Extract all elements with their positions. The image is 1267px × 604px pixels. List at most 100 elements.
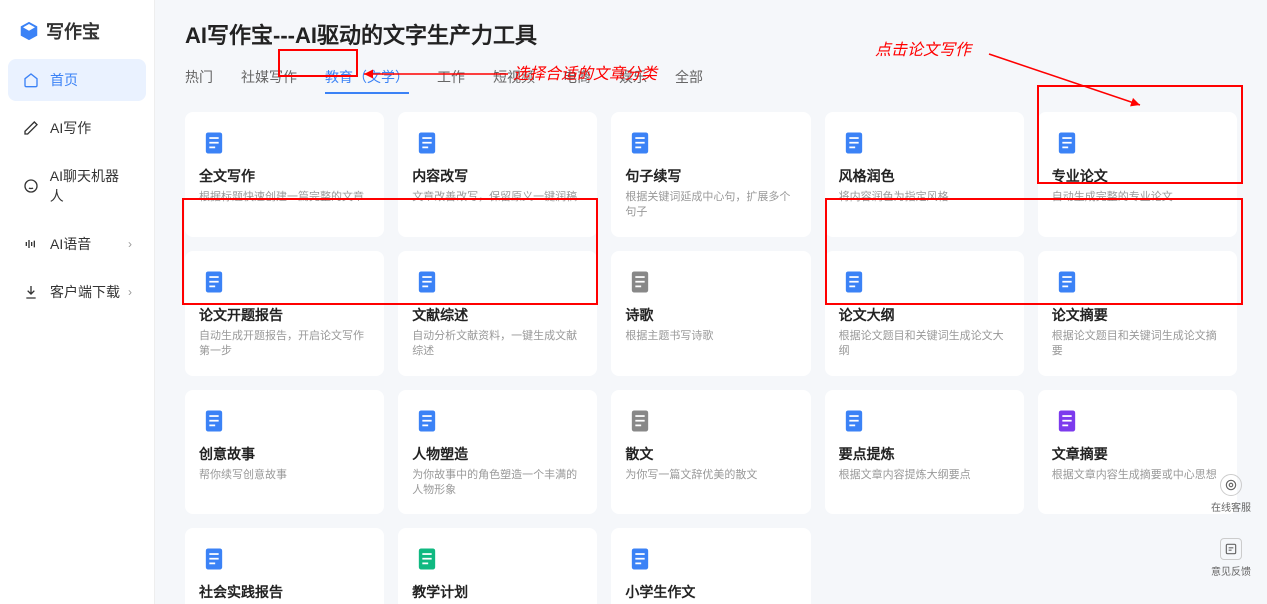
document-icon	[199, 128, 229, 158]
card-title: 论文摘要	[1052, 305, 1223, 325]
card-desc: 根据主题书写诗歌	[625, 329, 796, 344]
page-title: AI写作宝---AI驱动的文字生产力工具	[185, 18, 1237, 50]
card-title: 诗歌	[625, 305, 796, 325]
card-desc: 根据论文题目和关键词生成论文摘要	[1052, 329, 1223, 360]
card-desc: 将内容润色为指定风格	[839, 190, 1010, 205]
document-icon	[199, 544, 229, 574]
tool-card[interactable]: 教学计划根据课程内容快速生成千字教案	[398, 528, 597, 604]
document-icon	[199, 406, 229, 436]
customer-service-button[interactable]: 在线客服	[1211, 468, 1251, 520]
card-desc: 根据论文题目和关键词生成论文大纲	[839, 329, 1010, 360]
sidebar-item-label: AI语音	[50, 234, 91, 254]
card-title: 小学生作文	[625, 582, 796, 602]
tab-ecommerce[interactable]: 电商	[563, 62, 591, 94]
tool-card[interactable]: 要点提炼根据文章内容提炼大纲要点	[825, 390, 1024, 515]
tab-hot[interactable]: 热门	[185, 62, 213, 94]
card-desc: 文章改善改写，保留原义一键润稿	[412, 190, 583, 205]
tab-education[interactable]: 教育（文学）	[325, 62, 409, 94]
document-icon	[1052, 406, 1082, 436]
card-desc: 自动生成开题报告，开启论文写作第一步	[199, 329, 370, 360]
sidebar-item-ai-writing[interactable]: AI写作	[8, 107, 146, 149]
tool-card[interactable]: 内容改写文章改善改写，保留原义一键润稿	[398, 112, 597, 237]
sidebar-item-ai-voice[interactable]: AI语音 ›	[8, 223, 146, 265]
document-icon	[1052, 128, 1082, 158]
tool-card[interactable]: 人物塑造为你故事中的角色塑造一个丰满的人物形象	[398, 390, 597, 515]
float-btn-label: 意见反馈	[1211, 563, 1251, 578]
tab-shortvideo[interactable]: 短视频	[493, 62, 535, 94]
card-title: 散文	[625, 444, 796, 464]
chat-icon	[22, 177, 40, 195]
document-icon	[199, 267, 229, 297]
tool-card[interactable]: 全文写作根据标题快速创建一篇完整的文章	[185, 112, 384, 237]
sidebar-item-label: AI写作	[50, 118, 91, 138]
card-title: 文献综述	[412, 305, 583, 325]
tool-card[interactable]: 诗歌根据主题书写诗歌	[611, 251, 810, 376]
card-title: 全文写作	[199, 166, 370, 186]
card-title: 风格润色	[839, 166, 1010, 186]
tool-card[interactable]: 散文为你写一篇文辞优美的散文	[611, 390, 810, 515]
card-title: 创意故事	[199, 444, 370, 464]
document-icon	[625, 128, 655, 158]
logo: 写作宝	[8, 10, 146, 59]
tool-card[interactable]: 小学生作文为中小学生作文题目提供优秀范文	[611, 528, 810, 604]
document-icon	[412, 267, 442, 297]
card-title: 论文开题报告	[199, 305, 370, 325]
tool-card[interactable]: 专业论文自动生成完整的专业论文	[1038, 112, 1237, 237]
card-desc: 根据文章内容生成摘要或中心思想	[1052, 468, 1223, 483]
tool-card[interactable]: 论文大纲根据论文题目和关键词生成论文大纲	[825, 251, 1024, 376]
card-title: 要点提炼	[839, 444, 1010, 464]
tool-grid: 全文写作根据标题快速创建一篇完整的文章内容改写文章改善改写，保留原义一键润稿句子…	[185, 112, 1237, 604]
sidebar-item-home[interactable]: 首页	[8, 59, 146, 101]
document-icon	[839, 406, 869, 436]
tool-card[interactable]: 社会实践报告根据实践内容生成一篇实践报告	[185, 528, 384, 604]
card-desc: 自动生成完整的专业论文	[1052, 190, 1223, 205]
tool-card[interactable]: 论文摘要根据论文题目和关键词生成论文摘要	[1038, 251, 1237, 376]
chevron-right-icon: ›	[128, 285, 132, 299]
document-icon	[625, 406, 655, 436]
pen-icon	[22, 119, 40, 137]
sidebar-item-label: 首页	[50, 70, 78, 90]
document-icon	[1052, 267, 1082, 297]
card-desc: 为你故事中的角色塑造一个丰满的人物形象	[412, 468, 583, 499]
document-icon	[625, 544, 655, 574]
card-title: 人物塑造	[412, 444, 583, 464]
document-icon	[412, 406, 442, 436]
document-icon	[839, 128, 869, 158]
card-desc: 帮你续写创意故事	[199, 468, 370, 483]
tool-card[interactable]: 句子续写根据关键词延成中心句，扩展多个句子	[611, 112, 810, 237]
audio-icon	[22, 235, 40, 253]
tool-card[interactable]: 论文开题报告自动生成开题报告，开启论文写作第一步	[185, 251, 384, 376]
tab-social[interactable]: 社媒写作	[241, 62, 297, 94]
tab-entertainment[interactable]: 娱乐	[619, 62, 647, 94]
card-desc: 为你写一篇文辞优美的散文	[625, 468, 796, 483]
tab-all[interactable]: 全部	[675, 62, 703, 94]
sidebar-item-download[interactable]: 客户端下载 ›	[8, 271, 146, 313]
card-title: 专业论文	[1052, 166, 1223, 186]
tool-card[interactable]: 创意故事帮你续写创意故事	[185, 390, 384, 515]
chevron-right-icon: ›	[128, 237, 132, 251]
logo-text: 写作宝	[46, 18, 100, 44]
card-title: 文章摘要	[1052, 444, 1223, 464]
card-title: 社会实践报告	[199, 582, 370, 602]
card-title: 论文大纲	[839, 305, 1010, 325]
card-desc: 根据文章内容提炼大纲要点	[839, 468, 1010, 483]
tool-card[interactable]: 风格润色将内容润色为指定风格	[825, 112, 1024, 237]
headset-icon	[1220, 474, 1242, 496]
main-content: AI写作宝---AI驱动的文字生产力工具 热门 社媒写作 教育（文学） 工作 短…	[155, 0, 1267, 604]
sidebar: 写作宝 首页 AI写作 AI聊天机器人 AI语音 ›	[0, 0, 155, 604]
document-icon	[412, 544, 442, 574]
sidebar-item-ai-chatbot[interactable]: AI聊天机器人	[8, 155, 146, 217]
card-desc: 自动分析文献资料，一键生成文献综述	[412, 329, 583, 360]
sidebar-item-label: 客户端下载	[50, 282, 120, 302]
feedback-button[interactable]: 意见反馈	[1211, 532, 1251, 584]
tab-work[interactable]: 工作	[437, 62, 465, 94]
tool-card[interactable]: 文章摘要根据文章内容生成摘要或中心思想	[1038, 390, 1237, 515]
category-tabs: 热门 社媒写作 教育（文学） 工作 短视频 电商 娱乐 全部	[185, 62, 1237, 94]
download-icon	[22, 283, 40, 301]
card-title: 句子续写	[625, 166, 796, 186]
logo-icon	[18, 20, 40, 42]
tool-card[interactable]: 文献综述自动分析文献资料，一键生成文献综述	[398, 251, 597, 376]
card-title: 教学计划	[412, 582, 583, 602]
card-title: 内容改写	[412, 166, 583, 186]
float-buttons: 在线客服 意见反馈	[1211, 468, 1251, 584]
